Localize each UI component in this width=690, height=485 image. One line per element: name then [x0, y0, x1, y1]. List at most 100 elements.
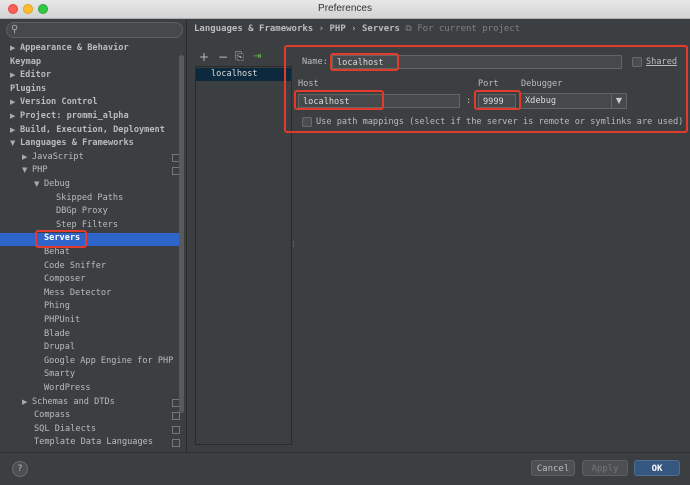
sidebar-item-label: Smarty — [44, 369, 76, 380]
sidebar-item[interactable]: PHPUnit — [44, 314, 80, 327]
sidebar-item-label: Appearance & Behavior — [20, 43, 129, 53]
sidebar-item[interactable]: Skipped Paths — [56, 192, 123, 205]
ok-button[interactable]: OK — [634, 460, 680, 476]
collapsed-arrow-icon[interactable]: ▶ — [22, 151, 32, 164]
server-list-item-label: localhost — [211, 69, 258, 79]
sidebar-item[interactable]: ▶ JavaScript — [22, 151, 180, 164]
sidebar-item[interactable]: SQL Dialects — [34, 423, 180, 436]
project-scope-icon — [172, 412, 180, 421]
sidebar-item[interactable]: ▼ Debug — [34, 178, 70, 191]
expanded-arrow-icon[interactable]: ▼ — [10, 137, 20, 150]
sidebar-item[interactable]: ▶ Appearance & Behavior — [10, 42, 129, 55]
sidebar-item[interactable]: Template Data Languages — [34, 436, 180, 449]
sidebar-item[interactable]: Blade — [44, 328, 70, 341]
sidebar-item-label: Code Sniffer — [44, 260, 107, 271]
sidebar-item-label: Phing — [44, 301, 70, 312]
sidebar-item[interactable]: ▶ Version Control — [10, 96, 98, 109]
dialog-footer: ? Cancel Apply OK — [0, 452, 690, 485]
sidebar-item[interactable]: Drupal — [44, 341, 75, 354]
sidebar-item[interactable]: Mess Detector — [44, 287, 111, 300]
project-scope-hint: For current project — [417, 24, 521, 34]
sidebar-item-label: SQL Dialects — [34, 423, 97, 434]
sidebar-item-label: Editor — [20, 70, 52, 81]
zoom-window-button[interactable] — [38, 4, 48, 14]
import-server-icon[interactable]: ⇥ — [253, 50, 261, 64]
project-scope-icon — [172, 425, 180, 434]
splitter[interactable] — [186, 19, 187, 452]
sidebar-scrollbar[interactable] — [179, 55, 184, 413]
sidebar-item-label: Compass — [34, 410, 71, 421]
sidebar-item-label: Plugins — [10, 83, 47, 94]
sidebar-item-label: Debug — [44, 179, 70, 189]
collapsed-arrow-icon[interactable]: ▶ — [10, 42, 20, 55]
name-field-highlight — [330, 53, 399, 71]
window-titlebar: Preferences — [0, 0, 690, 19]
host-field-highlight — [294, 90, 384, 110]
sidebar-item[interactable]: WordPress — [44, 382, 91, 395]
sidebar-item-label: Skipped Paths — [56, 192, 124, 203]
sidebar-item[interactable]: ▶ Schemas and DTDs — [22, 396, 180, 409]
collapsed-arrow-icon[interactable]: ▶ — [22, 396, 32, 409]
copy-server-icon[interactable]: ⎘ — [235, 50, 244, 64]
sidebar-item[interactable]: ▶ Project: prommi_alpha — [10, 110, 129, 123]
sidebar-item[interactable]: ▼ PHP — [22, 164, 180, 177]
sidebar-item-label: Version Control — [20, 97, 98, 108]
expanded-arrow-icon[interactable]: ▼ — [34, 178, 44, 191]
sidebar-item[interactable]: Plugins — [10, 83, 46, 96]
help-icon[interactable]: ? — [12, 461, 28, 477]
sidebar-item-label: DBGp Proxy — [56, 206, 108, 217]
collapsed-arrow-icon[interactable]: ▶ — [10, 69, 20, 82]
breadcrumb-separator: › — [351, 24, 357, 34]
collapsed-arrow-icon[interactable]: ▶ — [10, 96, 20, 109]
minimize-window-button[interactable] — [23, 4, 33, 14]
collapsed-arrow-icon[interactable]: ▶ — [10, 110, 20, 123]
port-field-highlight — [474, 90, 521, 110]
breadcrumb: Languages & Frameworks › PHP › Servers ⧉… — [194, 22, 520, 36]
settings-search-input[interactable]: ⚲ — [6, 22, 183, 38]
window-title: Preferences — [318, 3, 372, 14]
sidebar-item-label: Schemas and DTDs — [32, 396, 115, 407]
drag-handle-icon[interactable]: ⋮ — [290, 240, 297, 252]
sidebar-item-label: Composer — [44, 274, 86, 285]
sidebar-item[interactable]: DBGp Proxy — [56, 205, 108, 218]
sidebar-item-label: Keymap — [10, 56, 42, 67]
close-window-button[interactable] — [8, 4, 18, 14]
sidebar-item[interactable]: ▼ Languages & Frameworks — [10, 137, 134, 150]
sidebar-item[interactable]: Compass — [34, 409, 180, 422]
expanded-arrow-icon[interactable]: ▼ — [22, 164, 32, 177]
sidebar-item[interactable]: Composer — [44, 273, 85, 286]
sidebar-item-label: JavaScript — [32, 151, 84, 162]
sidebar-item[interactable]: Google App Engine for PHP — [44, 355, 173, 368]
sidebar-item[interactable]: ▶ Editor — [10, 69, 51, 82]
add-server-icon[interactable]: + — [199, 50, 209, 64]
sidebar-item-label: Step Filters — [56, 219, 119, 230]
sidebar-item-label: Blade — [44, 328, 70, 339]
project-scope-icon: ⧉ — [405, 24, 412, 34]
sidebar-item-label: PHPUnit — [44, 315, 81, 325]
sidebar-item-label: WordPress — [44, 383, 91, 393]
breadcrumb-php: PHP — [329, 24, 346, 34]
collapsed-arrow-icon[interactable]: ▶ — [10, 124, 20, 137]
sidebar-item-label: Google App Engine for PHP — [44, 355, 174, 366]
sidebar-item-label: Behat — [44, 247, 70, 257]
sidebar-item[interactable]: Smarty — [44, 368, 75, 381]
apply-button[interactable]: Apply — [582, 460, 628, 476]
server-list: localhost — [195, 66, 292, 445]
sidebar-item-label: Drupal — [44, 342, 76, 353]
breadcrumb-servers: Servers — [362, 24, 400, 34]
sidebar-item-label: Project: prommi_alpha — [20, 111, 129, 121]
breadcrumb-separator: › — [318, 24, 325, 34]
sidebar-item[interactable]: Keymap — [10, 56, 41, 69]
sidebar-selection-highlight — [0, 233, 180, 246]
sidebar-item[interactable]: Phing — [44, 300, 70, 313]
sidebar-item-label: Build, Execution, Deployment — [20, 124, 165, 135]
breadcrumb-languages: Languages & Frameworks — [194, 24, 314, 34]
server-list-item-localhost[interactable]: localhost — [196, 68, 291, 81]
sidebar-item[interactable]: Code Sniffer — [44, 260, 106, 273]
cancel-button[interactable]: Cancel — [531, 460, 575, 476]
servers-item-highlight — [35, 230, 87, 248]
remove-server-icon[interactable]: − — [218, 50, 228, 64]
sidebar-item-label: Mess Detector — [44, 287, 112, 298]
project-scope-icon — [172, 439, 180, 448]
sidebar-item[interactable]: ▶ Build, Execution, Deployment — [10, 124, 165, 137]
